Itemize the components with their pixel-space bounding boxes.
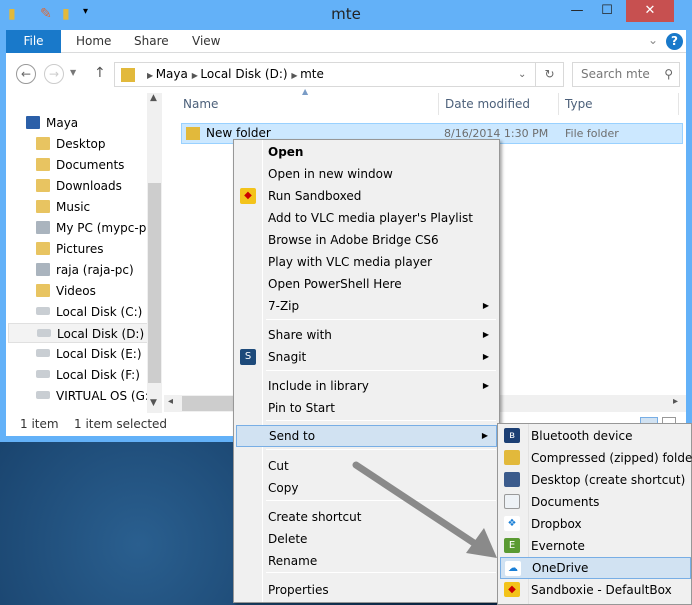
annotation-arrow [352, 461, 497, 558]
